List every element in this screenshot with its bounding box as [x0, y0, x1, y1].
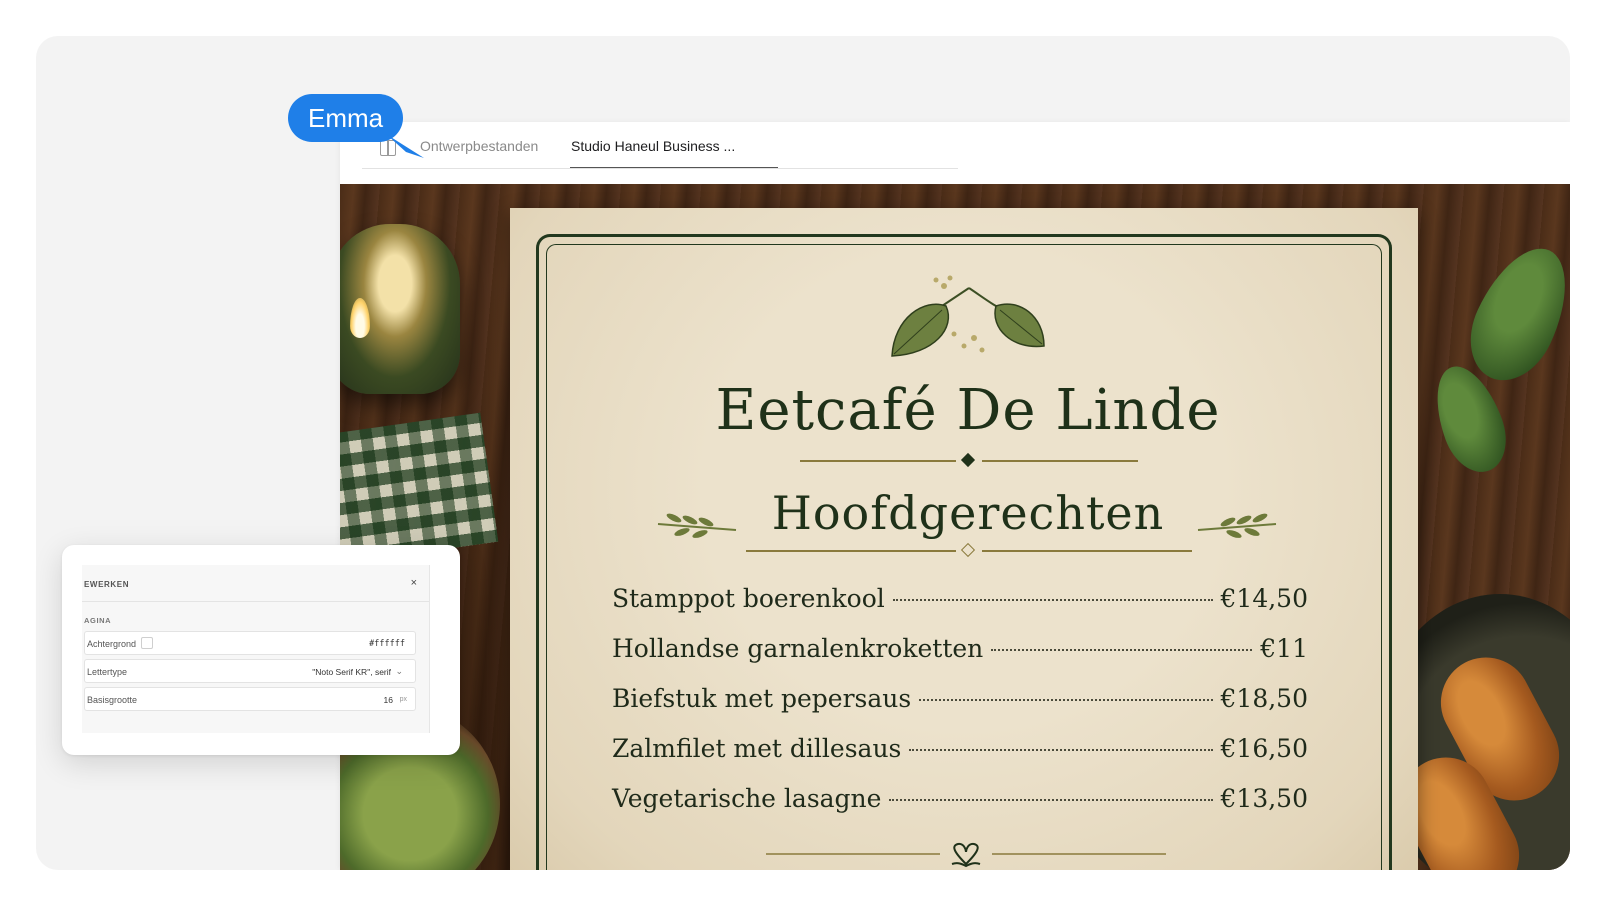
- dish-price: €18,50: [1220, 684, 1308, 713]
- tab-active-document[interactable]: Studio Haneul Business ...: [571, 138, 735, 154]
- base-size-value[interactable]: 16: [384, 695, 393, 705]
- edit-panel-title: EWERKEN: [84, 580, 130, 589]
- dot-leader: [909, 749, 1213, 751]
- dish-price: €16,50: [1220, 734, 1308, 763]
- leaf-decoration: [1454, 233, 1570, 395]
- tab-design-files[interactable]: Ontwerpbestanden: [420, 138, 538, 154]
- section-divider-left: [746, 550, 956, 552]
- menu-item[interactable]: Vegetarische lasagne €13,50: [612, 784, 1308, 834]
- dish-price: €13,50: [1220, 784, 1308, 813]
- close-icon[interactable]: ×: [411, 577, 417, 589]
- candle-decoration: [340, 224, 460, 394]
- dish-price: €14,50: [1220, 584, 1308, 613]
- linden-leaves-icon: [891, 275, 1045, 357]
- section-heading[interactable]: Hoofdgerechten: [510, 486, 1426, 540]
- page-section-heading: AGINA: [84, 616, 112, 625]
- dish-name: Biefstuk met pepersaus: [612, 684, 912, 713]
- base-size-field[interactable]: Basisgrootte 16 px: [84, 687, 416, 711]
- background-color-field[interactable]: Achtergrond #ffffff: [84, 631, 416, 655]
- dot-leader: [892, 599, 1213, 601]
- edit-panel-body: EWERKEN × AGINA Achtergrond #ffffff Lett…: [82, 565, 430, 733]
- menu-item[interactable]: Zalmfilet met dillesaus €16,50: [612, 734, 1308, 784]
- dot-leader: [919, 699, 1213, 701]
- laurel-sprig-right-icon: [1197, 513, 1277, 538]
- section-divider-right: [982, 550, 1192, 552]
- base-size-label: Basisgrootte: [87, 695, 138, 705]
- tab-bar: Ontwerpbestanden Studio Haneul Business …: [340, 122, 1570, 182]
- flame-icon: [350, 298, 370, 338]
- font-family-select[interactable]: Lettertype "Noto Serif KR", serif ⌄: [84, 659, 416, 683]
- edit-panel: EWERKEN × AGINA Achtergrond #ffffff Lett…: [62, 545, 460, 755]
- tab-divider: [362, 168, 958, 169]
- title-divider-right: [982, 460, 1138, 462]
- menu-item[interactable]: Hollandse garnalenkroketten €11: [612, 634, 1308, 684]
- footer-ornament-icon: [766, 842, 1166, 868]
- edit-panel-header: EWERKEN ×: [82, 565, 429, 602]
- dish-price: €11: [1260, 634, 1308, 663]
- dot-leader: [991, 649, 1253, 651]
- background-value: #ffffff: [369, 639, 405, 649]
- menu-items-list: Stamppot boerenkool €14,50 Hollandse gar…: [612, 584, 1308, 834]
- dish-name: Vegetarische lasagne: [612, 784, 882, 813]
- menu-canvas[interactable]: Eetcafé De Linde Hoofdgerechten Stamppot…: [340, 184, 1570, 870]
- font-label: Lettertype: [87, 667, 128, 677]
- base-size-unit: px: [399, 696, 407, 703]
- background-label: Achtergrond: [87, 639, 137, 649]
- menu-card[interactable]: Eetcafé De Linde Hoofdgerechten Stamppot…: [510, 208, 1418, 870]
- dish-name: Stamppot boerenkool: [612, 584, 885, 613]
- restaurant-title[interactable]: Eetcafé De Linde: [510, 378, 1426, 443]
- color-swatch[interactable]: [141, 637, 153, 649]
- collaborator-pointer-icon: [386, 134, 424, 158]
- dish-name: Zalmfilet met dillesaus: [612, 734, 902, 763]
- font-value: "Noto Serif KR", serif: [312, 667, 391, 677]
- title-divider-left: [800, 460, 956, 462]
- dish-name: Hollandse garnalenkroketten: [612, 634, 984, 663]
- checkered-napkin-decoration: [340, 412, 499, 566]
- dot-leader: [889, 799, 1213, 801]
- menu-item[interactable]: Stamppot boerenkool €14,50: [612, 584, 1308, 634]
- chevron-down-icon[interactable]: ⌄: [395, 666, 403, 677]
- document-viewer: Ontwerpbestanden Studio Haneul Business …: [340, 122, 1570, 870]
- menu-item[interactable]: Biefstuk met pepersaus €18,50: [612, 684, 1308, 734]
